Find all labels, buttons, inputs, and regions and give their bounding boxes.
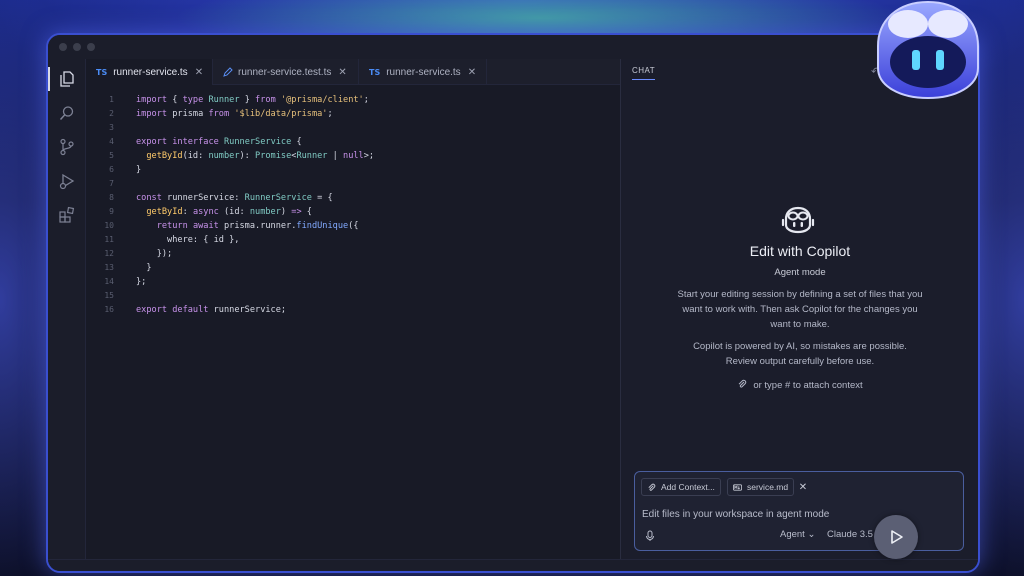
copilot-icon [781,206,815,234]
markdown-icon [733,483,742,491]
send-button[interactable] [874,515,918,559]
status-bar [48,559,978,571]
remove-context-close-icon[interactable]: ✕ [795,478,811,496]
code-line: 7 [109,179,114,188]
tab-label: runner-service.test.ts [238,66,332,78]
chat-tab[interactable]: CHAT [632,66,656,80]
code-line: 2 import prisma from '$lib/data/prisma'; [109,109,333,119]
code-line: 9 getById: async (id: number) => { [109,207,312,217]
code-line: 1 import { type Runner } from '@prisma/cl… [109,95,369,105]
source-control-icon[interactable] [57,137,77,157]
code-editor[interactable]: 1 import { type Runner } from '@prisma/cl… [86,85,620,559]
title-bar [48,35,978,59]
welcome-title: Edit with Copilot [749,243,851,259]
mode-label: Agent mode [774,267,826,278]
code-line: 13 } [104,263,152,273]
close-icon[interactable]: ✕ [338,67,346,78]
editor-tabs: TS runner-service.ts ✕ runner-service.te… [86,59,620,85]
attach-hint: or type # to attach context [621,379,978,391]
files-icon[interactable] [48,67,77,91]
run-debug-icon[interactable] [57,171,77,191]
window-close-dot[interactable] [59,43,67,51]
typescript-icon: TS [369,67,381,77]
code-line: 3 [109,123,114,132]
microphone-icon[interactable] [644,530,656,542]
tab-runner-service[interactable]: TS runner-service.ts ✕ [86,59,213,85]
paperclip-icon [648,483,656,491]
editor-window: TS runner-service.ts ✕ runner-service.te… [46,33,980,573]
copilot-mascot-icon [877,0,979,100]
close-icon[interactable]: ✕ [195,67,203,78]
code-line: 8 const runnerService: RunnerService = { [109,193,333,203]
add-context-button[interactable]: Add Context... [641,478,721,496]
ai-disclaimer: Copilot is powered by AI, so mistakes ar… [693,341,907,367]
code-line: 6} [109,165,142,175]
welcome-description: Start your editing session by defining a… [677,289,923,330]
extensions-icon[interactable] [57,205,77,225]
context-file-chip[interactable]: service.md [727,478,795,496]
code-line: 10 return await prisma.runner.findUnique… [104,221,359,231]
code-line: 16 export default runnerService; [104,305,287,315]
tab-label: runner-service.ts [386,66,461,78]
typescript-icon: TS [96,67,108,77]
chat-panel: CHAT ↶ Edit with Copilot Agent mode Star… [620,59,978,559]
tab-runner-service-test[interactable]: runner-service.test.ts ✕ [213,59,359,85]
search-icon[interactable] [57,103,77,123]
code-line: 14}; [104,277,147,287]
send-icon [891,530,903,544]
close-icon[interactable]: ✕ [468,67,476,78]
activity-bar [48,59,86,559]
window-maximize-dot[interactable] [87,43,95,51]
code-line: 5 getById(id: number): Promise<Runner | … [109,151,375,161]
code-line: 4 export interface RunnerService { [109,137,302,147]
code-line: 11 where: { id }, [104,235,240,245]
tab-label: runner-service.ts [113,66,188,78]
agent-mode-select[interactable]: Agent ⌄ [780,529,815,540]
paperclip-icon [738,379,747,388]
tab-runner-service-2[interactable]: TS runner-service.ts ✕ [359,59,487,85]
test-file-icon [223,67,233,77]
code-line: 12 }); [104,249,173,259]
window-minimize-dot[interactable] [73,43,81,51]
code-line: 15 [104,291,114,300]
